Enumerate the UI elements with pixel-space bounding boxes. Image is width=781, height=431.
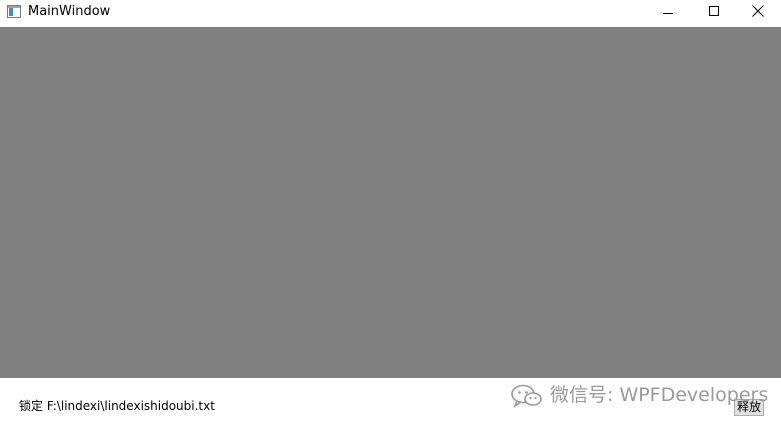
lock-status-text: 锁定 F:\lindexi\lindexishidoubi.txt — [19, 399, 215, 413]
minimize-icon — [663, 13, 673, 14]
content-area — [0, 27, 781, 378]
window-title: MainWindow — [28, 4, 111, 19]
window-app-icon[interactable] — [7, 5, 21, 18]
maximize-icon — [709, 6, 719, 16]
close-button[interactable] — [735, 0, 781, 26]
maximize-button[interactable] — [691, 0, 737, 26]
main-window: MainWindow 锁定 F:\lindexi\lindexishidoubi… — [0, 0, 781, 431]
title-bar[interactable]: MainWindow — [0, 0, 781, 26]
minimize-button[interactable] — [645, 0, 691, 26]
app-icon-pane — [9, 8, 13, 16]
footer-panel: 锁定 F:\lindexi\lindexishidoubi.txt 释放 — [0, 378, 781, 431]
close-icon — [752, 5, 764, 17]
release-button[interactable]: 释放 — [734, 399, 765, 416]
